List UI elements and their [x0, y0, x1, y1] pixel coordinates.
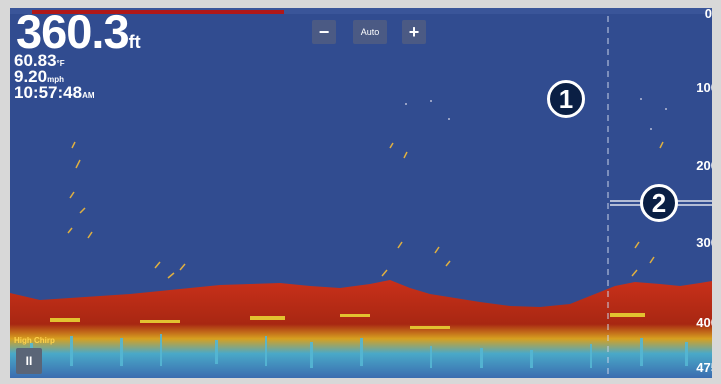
zoom-out-button[interactable]: −	[312, 20, 336, 44]
depth-scale-475: 475	[696, 360, 712, 375]
depth-unit: ft	[128, 32, 141, 52]
zoom-in-button[interactable]: +	[402, 20, 426, 44]
gain-auto-button[interactable]: Auto	[353, 20, 387, 44]
depth-scale-0: 0	[704, 8, 712, 21]
time-readout: 10:57:48AM	[14, 84, 95, 102]
time-value: 10:57:48	[14, 83, 83, 102]
sonar-view[interactable]: 360.3ft 60.83°F 9.20mph 10:57:48AM − Aut…	[10, 8, 712, 378]
pause-button[interactable]: II	[16, 348, 42, 374]
callout-1: 1	[547, 80, 585, 118]
depth-scale-200: 200	[696, 158, 712, 173]
depth-scale-300: 300	[696, 235, 712, 250]
callout-2: 2	[640, 184, 678, 222]
time-unit: AM	[82, 91, 95, 100]
depth-scale-400: 400	[696, 315, 712, 330]
depth-scale-100: 100	[696, 80, 712, 95]
depth-readout: 360.3ft	[16, 8, 141, 55]
sonar-returns	[10, 16, 712, 378]
water-temp-unit: °F	[56, 59, 65, 68]
sonar-screen-frame: 360.3ft 60.83°F 9.20mph 10:57:48AM − Aut…	[0, 0, 721, 384]
frequency-mode-label: High Chirp	[14, 336, 55, 345]
